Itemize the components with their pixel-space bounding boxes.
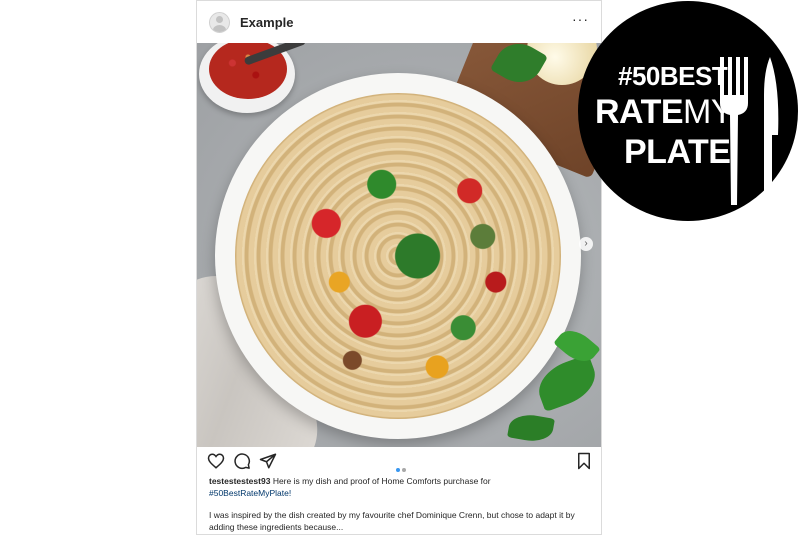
rate-my-plate-badge: #50BEST RATEMY PLATE xyxy=(578,1,798,221)
badge-line-2: RATEMY xyxy=(595,93,734,132)
chili-flakes-bowl xyxy=(199,43,295,113)
bookmark-icon[interactable] xyxy=(575,452,593,470)
caption-username[interactable]: testestestest93 xyxy=(209,476,270,486)
carousel-dot xyxy=(396,468,400,472)
send-icon[interactable] xyxy=(259,452,277,470)
avatar[interactable] xyxy=(209,12,230,33)
badge-rate: RATE xyxy=(595,93,684,131)
caption-text: Here is my dish and proof of Home Comfor… xyxy=(272,476,491,486)
pasta-dish xyxy=(235,93,561,419)
post-caption: testestestest93 Here is my dish and proo… xyxy=(209,475,589,533)
post-photo[interactable]: › xyxy=(197,43,601,447)
heart-icon[interactable] xyxy=(207,452,225,470)
carousel-dot xyxy=(402,468,406,472)
post-username[interactable]: Example xyxy=(240,15,293,30)
post-header: Example ··· xyxy=(197,1,601,43)
caption-hashtag[interactable]: #50BestRateMyPlate! xyxy=(209,487,589,499)
badge-line-3: PLATE xyxy=(624,133,731,171)
instagram-post: Example ··· › testestestest93 Here is my… xyxy=(196,0,602,535)
badge-line-1: #50BEST xyxy=(618,61,728,91)
comment-icon[interactable] xyxy=(233,452,251,470)
fork-knife-icon xyxy=(720,57,779,205)
post-actions xyxy=(197,449,601,473)
more-options-icon[interactable]: ··· xyxy=(572,11,589,27)
caption-body: I was inspired by the dish created by my… xyxy=(209,510,575,532)
basil-leaf xyxy=(507,411,555,445)
carousel-next-icon[interactable]: › xyxy=(579,237,593,251)
